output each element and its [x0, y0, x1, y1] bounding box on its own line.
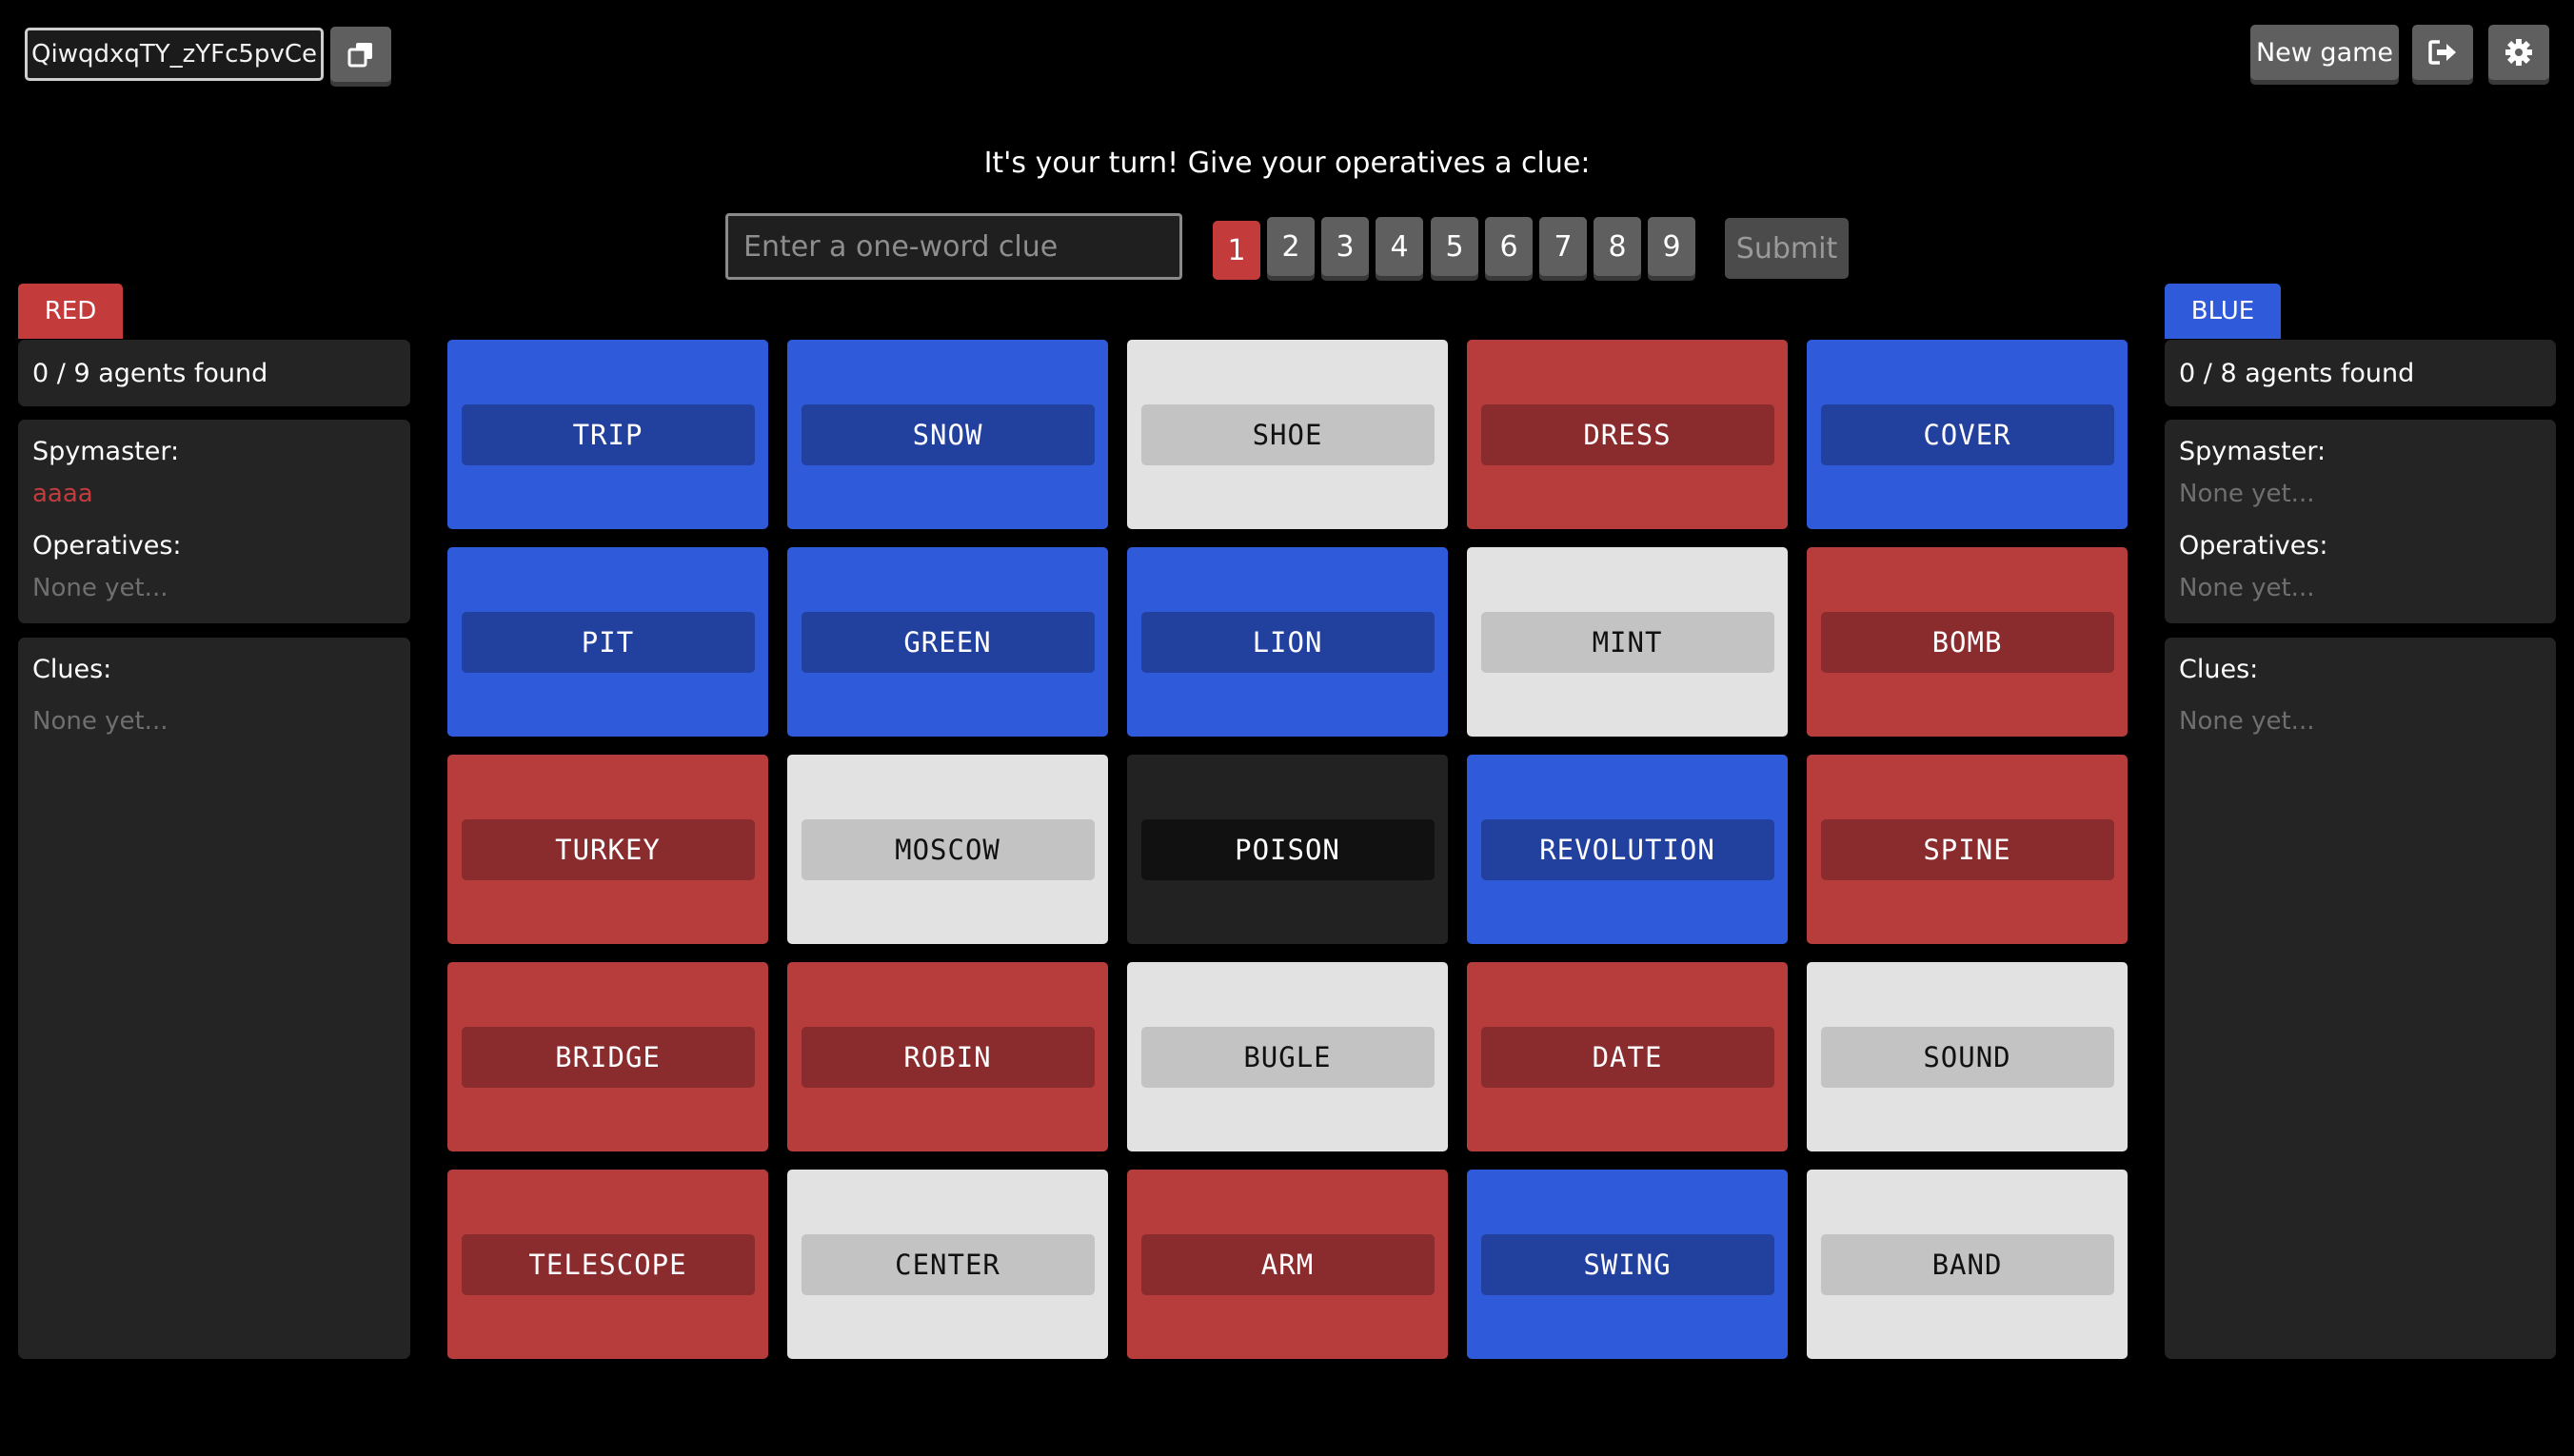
word-card[interactable]: DATE: [1467, 962, 1788, 1151]
number-button-3[interactable]: 3: [1321, 217, 1369, 276]
blue-clues-label: Clues:: [2179, 655, 2259, 684]
word-card[interactable]: DRESS: [1467, 340, 1788, 529]
red-spymaster-name: aaaa: [32, 480, 93, 508]
word-card[interactable]: SOUND: [1807, 962, 2128, 1151]
blue-spymaster-label: Spymaster:: [2179, 437, 2326, 466]
number-button-4[interactable]: 4: [1376, 217, 1423, 276]
number-button-5[interactable]: 5: [1431, 217, 1478, 276]
red-spymaster-label: Spymaster:: [32, 437, 180, 466]
word-card[interactable]: POISON: [1127, 755, 1448, 944]
word-card-label: REVOLUTION: [1480, 818, 1774, 880]
red-clues-value: None yet...: [32, 707, 168, 736]
red-operatives-label: Operatives:: [32, 531, 182, 561]
blue-clues-panel: Clues: None yet...: [2165, 638, 2556, 1359]
red-clues-label: Clues:: [32, 655, 112, 684]
word-card[interactable]: TELESCOPE: [447, 1170, 768, 1359]
red-operatives-value: None yet...: [32, 574, 168, 602]
submit-button[interactable]: Submit: [1725, 218, 1849, 279]
word-card-label: BAND: [1820, 1233, 2114, 1295]
settings-button[interactable]: [2488, 25, 2549, 80]
word-card[interactable]: BAND: [1807, 1170, 2128, 1359]
word-card-label: BOMB: [1820, 611, 2114, 673]
blue-agents-found: 0 / 8 agents found: [2165, 340, 2556, 406]
number-button-2[interactable]: 2: [1267, 217, 1315, 276]
game-board: TRIP SNOW SHOE DRESS COVER PIT GREEN LION MINT BO…: [447, 340, 2128, 1359]
word-card-label: COVER: [1820, 403, 2114, 465]
word-card-label: POISON: [1140, 818, 1435, 880]
word-card-label: SNOW: [801, 403, 1095, 465]
word-card-label: PIT: [461, 611, 755, 673]
word-card[interactable]: SWING: [1467, 1170, 1788, 1359]
word-card[interactable]: SHOE: [1127, 340, 1448, 529]
red-agents-found: 0 / 9 agents found: [18, 340, 410, 406]
red-team-tab: RED: [18, 284, 123, 339]
blue-operatives-value: None yet...: [2179, 574, 2315, 602]
blue-roster-panel: Spymaster: None yet... Operatives: None …: [2165, 420, 2556, 623]
word-card-label: SWING: [1480, 1233, 1774, 1295]
red-clues-panel: Clues: None yet...: [18, 638, 410, 1359]
blue-operatives-label: Operatives:: [2179, 531, 2328, 561]
word-card-label: SHOE: [1140, 403, 1435, 465]
sign-out-icon: [2428, 40, 2456, 65]
word-card-label: TELESCOPE: [461, 1233, 755, 1295]
new-game-button[interactable]: New game: [2250, 25, 2399, 80]
number-button-1[interactable]: 1: [1213, 221, 1260, 280]
word-card-label: DRESS: [1480, 403, 1774, 465]
word-card-label: MOSCOW: [801, 818, 1095, 880]
word-card[interactable]: BUGLE: [1127, 962, 1448, 1151]
word-card-label: SPINE: [1820, 818, 2114, 880]
blue-team-tab: BLUE: [2165, 284, 2281, 339]
word-card[interactable]: TURKEY: [447, 755, 768, 944]
word-card[interactable]: COVER: [1807, 340, 2128, 529]
game-id-field[interactable]: QiwqdxqTY_zYFc5pvCe: [25, 28, 324, 81]
blue-spymaster-name: None yet...: [2179, 480, 2315, 508]
word-card[interactable]: MOSCOW: [787, 755, 1108, 944]
word-card-label: ARM: [1140, 1233, 1435, 1295]
word-card-label: TRIP: [461, 403, 755, 465]
word-card-label: MINT: [1480, 611, 1774, 673]
word-card[interactable]: PIT: [447, 547, 768, 737]
word-card-label: SOUND: [1820, 1026, 2114, 1088]
word-card-label: ROBIN: [801, 1026, 1095, 1088]
word-card-label: GREEN: [801, 611, 1095, 673]
word-card-label: BRIDGE: [461, 1026, 755, 1088]
word-card[interactable]: MINT: [1467, 547, 1788, 737]
word-card-label: BUGLE: [1140, 1026, 1435, 1088]
number-button-7[interactable]: 7: [1539, 217, 1587, 276]
exit-button[interactable]: [2412, 25, 2473, 80]
word-card[interactable]: REVOLUTION: [1467, 755, 1788, 944]
red-roster-panel: Spymaster: aaaa Operatives: None yet...: [18, 420, 410, 623]
word-card-label: DATE: [1480, 1026, 1774, 1088]
word-card[interactable]: TRIP: [447, 340, 768, 529]
word-card[interactable]: LION: [1127, 547, 1448, 737]
word-card[interactable]: BRIDGE: [447, 962, 768, 1151]
word-card[interactable]: GREEN: [787, 547, 1108, 737]
blue-clues-value: None yet...: [2179, 707, 2315, 736]
word-card[interactable]: ARM: [1127, 1170, 1448, 1359]
turn-message: It's your turn! Give your operatives a c…: [983, 147, 1591, 180]
word-card-label: TURKEY: [461, 818, 755, 880]
number-button-8[interactable]: 8: [1594, 217, 1641, 276]
word-card[interactable]: SNOW: [787, 340, 1108, 529]
word-card[interactable]: BOMB: [1807, 547, 2128, 737]
word-card[interactable]: ROBIN: [787, 962, 1108, 1151]
copy-icon: [347, 43, 372, 68]
word-card[interactable]: CENTER: [787, 1170, 1108, 1359]
blue-found-text: 0 / 8 agents found: [2179, 358, 2415, 388]
word-card-label: CENTER: [801, 1233, 1095, 1295]
copy-button[interactable]: [330, 27, 391, 82]
word-card[interactable]: SPINE: [1807, 755, 2128, 944]
gear-icon: [2505, 39, 2532, 66]
red-found-text: 0 / 9 agents found: [32, 358, 268, 388]
clue-input[interactable]: [725, 213, 1182, 280]
number-button-6[interactable]: 6: [1485, 217, 1533, 276]
number-button-9[interactable]: 9: [1648, 217, 1695, 276]
word-card-label: LION: [1140, 611, 1435, 673]
